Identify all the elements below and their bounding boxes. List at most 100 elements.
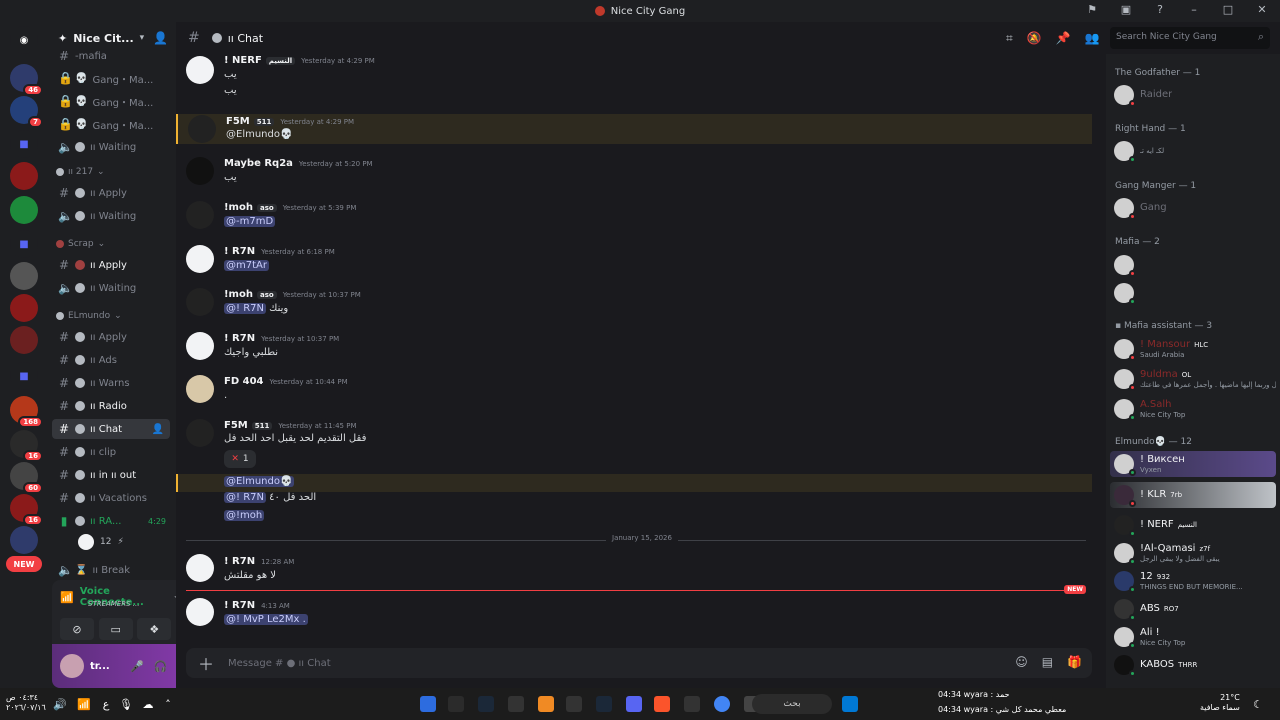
channel-item-chat[interactable]: # ıı Chat 👤 bbox=[52, 419, 170, 439]
server-icon[interactable] bbox=[10, 196, 38, 224]
author-name[interactable]: ! R7N bbox=[224, 600, 255, 611]
wifi-icon[interactable]: 📶 bbox=[76, 696, 92, 712]
author-name[interactable]: F5M bbox=[226, 116, 250, 127]
author-name[interactable]: Maybe Rq2a bbox=[224, 158, 293, 169]
author-name[interactable]: ! R7N bbox=[224, 246, 255, 257]
avatar[interactable] bbox=[186, 157, 214, 185]
member-item[interactable] bbox=[1110, 252, 1276, 278]
channel-item[interactable]: # ıı in ıı out bbox=[52, 465, 170, 485]
message[interactable]: FD 404 Yesterday at 10:44 PM . bbox=[176, 374, 1092, 408]
add-member-icon[interactable]: 👤 bbox=[152, 424, 164, 435]
help-icon[interactable]: ? bbox=[1152, 3, 1168, 16]
user-mention[interactable]: @-m7mD bbox=[224, 216, 276, 227]
author-name[interactable]: FD 404 bbox=[224, 376, 264, 387]
user-mention[interactable]: @! R7N bbox=[224, 303, 266, 314]
message[interactable]: ! R7N 4:13 AM @! MvP Le2Mx . bbox=[176, 596, 1092, 630]
channel-item[interactable]: # ıı Apply bbox=[52, 327, 170, 347]
windows-start-icon[interactable] bbox=[842, 696, 858, 712]
channel-item[interactable]: # ıı Warns bbox=[52, 373, 170, 393]
server-icon[interactable] bbox=[10, 162, 38, 190]
voice-channel-item[interactable]: 🔈 ıı Waiting bbox=[52, 137, 170, 157]
emoji-icon[interactable]: ☺ bbox=[1015, 655, 1028, 669]
user-mention[interactable]: @Elmundo💀 bbox=[224, 476, 295, 487]
member-item[interactable]: A.Salh Nice City Top bbox=[1110, 396, 1276, 422]
server-icon[interactable] bbox=[10, 326, 38, 354]
avatar[interactable] bbox=[186, 245, 214, 273]
member-item[interactable] bbox=[1110, 280, 1276, 306]
message[interactable]: ! NERF النسيم Yesterday at 4:29 PM يب يب bbox=[176, 52, 1092, 100]
category-217[interactable]: ıı 217 ⌄ bbox=[56, 164, 105, 180]
avatar[interactable] bbox=[60, 654, 84, 678]
message-continuation[interactable]: @! R7N الحد فل ٤٠ @!moh bbox=[176, 492, 1092, 528]
search-input[interactable]: Search Nice City Gang ⌕ bbox=[1110, 27, 1270, 49]
author-name[interactable]: ! R7N bbox=[224, 556, 255, 567]
threads-icon[interactable]: ⌗ bbox=[1006, 31, 1013, 46]
maximize-button[interactable]: □ bbox=[1220, 3, 1236, 16]
author-name[interactable]: ! R7N bbox=[224, 333, 255, 344]
chevron-up-icon[interactable]: ˄ bbox=[160, 696, 176, 712]
channel-item[interactable]: # ıı clip bbox=[52, 442, 170, 462]
folder-icon[interactable]: ■ bbox=[10, 130, 38, 158]
server-icon[interactable]: 16 bbox=[10, 430, 43, 462]
app-icon[interactable] bbox=[508, 696, 524, 712]
app-icon[interactable] bbox=[538, 696, 554, 712]
avatar[interactable] bbox=[186, 201, 214, 229]
app-icon[interactable] bbox=[684, 696, 700, 712]
server-icon[interactable] bbox=[10, 262, 38, 290]
channel-item[interactable]: # ıı Radio bbox=[52, 396, 170, 416]
server-icon[interactable]: 16 bbox=[10, 494, 43, 526]
message[interactable]: ! R7N 12:28 AM لا هو مقلتش bbox=[176, 552, 1092, 586]
brave-icon[interactable] bbox=[654, 696, 670, 712]
close-button[interactable]: ✕ bbox=[1254, 3, 1270, 16]
message[interactable]: ! R7N Yesterday at 6:18 PM @m7tAr bbox=[176, 244, 1092, 278]
member-item[interactable]: Ali ! Nice City Top bbox=[1110, 624, 1276, 650]
member-item[interactable]: !Al-Qamasi z7f يبقى الفضل ولا يبقى الرجل bbox=[1110, 540, 1276, 566]
pin-icon[interactable]: 📌 bbox=[1056, 31, 1071, 46]
member-item[interactable]: Gang bbox=[1110, 195, 1276, 221]
user-mention[interactable]: @! MvP Le2Mx . bbox=[224, 614, 308, 625]
new-badge[interactable]: NEW bbox=[6, 556, 42, 572]
voice-channel-item[interactable]: 🔈 ıı Waiting bbox=[52, 278, 170, 298]
discord-home-icon[interactable]: ◉ bbox=[10, 26, 38, 54]
author-name[interactable]: F5M bbox=[224, 420, 248, 431]
weather-widget[interactable]: 21°C سماء صافية bbox=[1200, 693, 1240, 714]
author-name[interactable]: ! NERF bbox=[224, 55, 262, 66]
notification-line[interactable]: 04:34 wyara : معطي محمد كل شي bbox=[938, 705, 1066, 714]
app-icon[interactable] bbox=[566, 696, 582, 712]
steam-icon[interactable] bbox=[478, 696, 494, 712]
avatar[interactable] bbox=[186, 554, 214, 582]
volume-icon[interactable]: 🔊 bbox=[52, 696, 68, 712]
avatar[interactable] bbox=[186, 332, 214, 360]
language-icon[interactable]: ع bbox=[98, 696, 114, 712]
message[interactable]: !moh aso Yesterday at 10:37 PM @! R7N وينك bbox=[176, 287, 1092, 321]
server-icon[interactable] bbox=[10, 294, 38, 322]
message[interactable]: Maybe Rq2a Yesterday at 5:20 PM يب bbox=[176, 156, 1092, 190]
avatar[interactable] bbox=[186, 419, 214, 447]
message[interactable]: !moh aso Yesterday at 5:39 PM @-m7mD bbox=[176, 200, 1092, 234]
username[interactable]: tr... bbox=[90, 661, 120, 672]
avatar[interactable] bbox=[188, 115, 216, 143]
channel-item[interactable]: # ıı Apply bbox=[52, 183, 170, 203]
voice-channel-item[interactable]: 🔈 ıı Waiting bbox=[52, 206, 170, 226]
avatar[interactable] bbox=[186, 288, 214, 316]
voice-channel-name[interactable]: STREAMERS ... bbox=[88, 600, 139, 608]
cloud-icon[interactable]: ☁ bbox=[140, 696, 156, 712]
server-icon[interactable]: 7 bbox=[10, 96, 43, 128]
chrome-icon[interactable] bbox=[714, 696, 730, 712]
member-item[interactable]: 12 932 THINGS END BUT MEMORIE... bbox=[1110, 568, 1276, 594]
microphone-icon[interactable]: 🎤 bbox=[130, 660, 144, 673]
mute-icon[interactable]: 🔕 bbox=[1027, 31, 1042, 46]
inbox-icon[interactable]: ⚑ bbox=[1084, 3, 1100, 16]
avatar[interactable] bbox=[186, 56, 214, 84]
app-icon[interactable] bbox=[420, 696, 436, 712]
channel-item[interactable]: # ıı Apply bbox=[52, 255, 170, 275]
author-name[interactable]: !moh bbox=[224, 202, 253, 213]
message-highlighted[interactable]: @Elmundo💀 bbox=[176, 474, 1092, 492]
category-elmundo[interactable]: ELmundo ⌄ bbox=[56, 308, 122, 324]
avatar[interactable] bbox=[186, 598, 214, 626]
category-scrap[interactable]: Scrap ⌄ bbox=[56, 236, 105, 252]
system-clock[interactable]: ٠٤:٣٤ ص ٢٠٢٦/٠٧/١٦ bbox=[6, 693, 46, 714]
server-icon[interactable]: 60 bbox=[10, 462, 43, 494]
folder-icon[interactable]: ■ bbox=[10, 362, 38, 390]
app-icon[interactable] bbox=[448, 696, 464, 712]
